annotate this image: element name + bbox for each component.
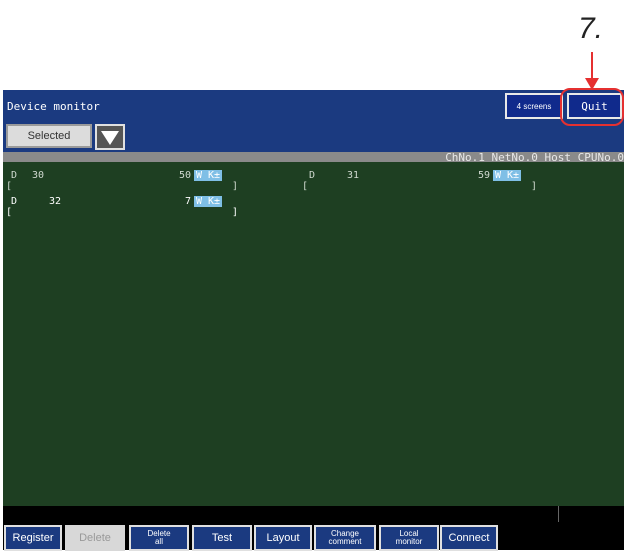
local-monitor-button[interactable]: Local monitor bbox=[379, 525, 439, 551]
callout-arrow-icon bbox=[585, 52, 599, 90]
step-callout-label: 7. bbox=[578, 12, 604, 45]
entry-comment-open: [ bbox=[6, 181, 13, 192]
delete-button[interactable]: Delete bbox=[65, 525, 125, 551]
entry-format-badge[interactable]: W K± bbox=[493, 170, 522, 181]
entry-number: 31 bbox=[347, 170, 360, 181]
function-key-bar: Register Delete Delete all Test Layout C… bbox=[3, 522, 624, 551]
entry-value: 59 bbox=[478, 170, 491, 181]
entry-value: 7 bbox=[185, 196, 192, 207]
entry-device: D bbox=[11, 170, 18, 181]
selector-bar: Selected bbox=[3, 122, 624, 152]
layout-button[interactable]: Layout bbox=[254, 525, 312, 551]
quit-highlight-ring bbox=[560, 88, 624, 126]
change-comment-button[interactable]: Change comment bbox=[314, 525, 376, 551]
register-button[interactable]: Register bbox=[4, 525, 62, 551]
entry-format-badge[interactable]: W K± bbox=[194, 196, 223, 207]
delete-all-button[interactable]: Delete all bbox=[129, 525, 189, 551]
monitor-mode-select[interactable]: Selected bbox=[6, 124, 92, 148]
entry-format-badge[interactable]: W K± bbox=[194, 170, 223, 181]
entry-number: 32 bbox=[49, 196, 62, 207]
test-button[interactable]: Test bbox=[192, 525, 252, 551]
message-row bbox=[3, 506, 624, 522]
entry-number: 30 bbox=[32, 170, 45, 181]
connect-button[interactable]: Connect bbox=[440, 525, 498, 551]
entry-device: D bbox=[11, 196, 18, 207]
four-screens-button[interactable]: 4 screens bbox=[505, 93, 563, 119]
device-monitor-screen: Device monitor 4 screens Quit Selected C… bbox=[3, 90, 624, 551]
entry-comment-open: [ bbox=[6, 207, 13, 218]
entry-device: D bbox=[309, 170, 316, 181]
entry-comment-close: ] bbox=[531, 181, 538, 192]
window-title: Device monitor bbox=[7, 100, 100, 113]
title-bar: Device monitor 4 screens Quit bbox=[3, 90, 624, 122]
triangle-down-icon bbox=[101, 131, 119, 145]
dropdown-button[interactable] bbox=[95, 124, 125, 150]
entry-comment-close: ] bbox=[232, 207, 239, 218]
entry-comment-close: ] bbox=[232, 181, 239, 192]
entry-comment-open: [ bbox=[302, 181, 309, 192]
connection-status: ChNo.1 NetNo.0 Host CPUNo.0 bbox=[445, 151, 624, 164]
entry-value: 50 bbox=[179, 170, 192, 181]
